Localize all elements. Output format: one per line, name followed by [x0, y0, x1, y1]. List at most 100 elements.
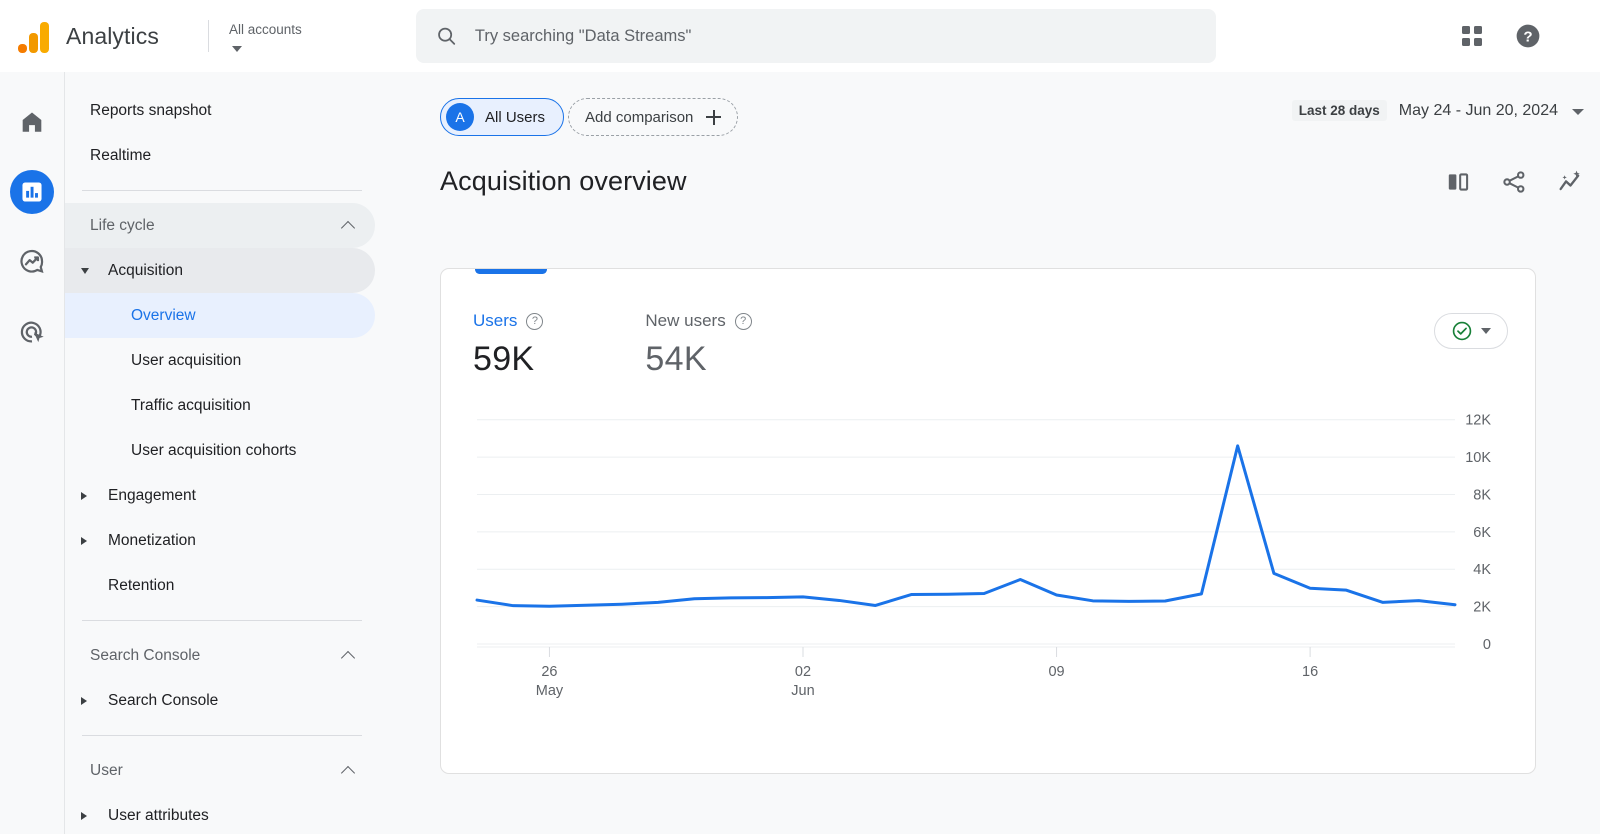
segment-chip-label: All Users [485, 109, 545, 126]
avatar: A [446, 103, 474, 131]
svg-text:6K: 6K [1473, 525, 1491, 541]
triangle-right-icon [81, 537, 87, 545]
metric-value: 54K [645, 340, 751, 379]
explore-trending-icon [18, 248, 46, 276]
sidebar-section-life-cycle[interactable]: Life cycle [65, 203, 375, 248]
top-bar-actions: ? [1458, 0, 1542, 72]
plus-icon [706, 110, 721, 125]
help-circle-icon[interactable]: ? [1514, 22, 1542, 50]
svg-text:8K: 8K [1473, 487, 1491, 503]
sidebar-item-engagement[interactable]: Engagement [65, 473, 440, 518]
sidebar-item-user-acquisition-cohorts[interactable]: User acquisition cohorts [65, 428, 440, 473]
rail-item-explore[interactable] [10, 240, 54, 284]
svg-text:26: 26 [541, 664, 557, 680]
analytics-app: Analytics All accounts ? [0, 0, 1600, 834]
brand-name: Analytics [66, 23, 159, 50]
users-overview-card: Users ? 59K New users ? 54K [440, 268, 1536, 774]
home-icon [19, 109, 45, 135]
chart-svg: 02K4K6K8K10K12K26May02Jun0916 [441, 389, 1536, 769]
sidebar-item-retention[interactable]: Retention [65, 563, 440, 608]
add-comparison-button[interactable]: Add comparison [568, 98, 738, 136]
metric-tab-users[interactable]: Users ? 59K [473, 311, 543, 379]
metric-value: 59K [473, 340, 543, 379]
caret-down-icon [1481, 328, 1491, 334]
sidebar-section-search-console[interactable]: Search Console [65, 633, 375, 678]
sidebar-divider [82, 620, 362, 621]
sidebar-divider [82, 735, 362, 736]
search-bar[interactable] [416, 9, 1216, 63]
date-range-text: May 24 - Jun 20, 2024 [1399, 102, 1558, 120]
sidebar-item-traffic-acquisition[interactable]: Traffic acquisition [65, 383, 440, 428]
compare-icon[interactable] [1444, 168, 1472, 196]
sidebar-section-user[interactable]: User [65, 748, 375, 793]
metric-label: Users [473, 311, 517, 331]
sidebar-item-user-acquisition[interactable]: User acquisition [65, 338, 440, 383]
svg-text:12K: 12K [1465, 413, 1491, 429]
main-content: A All Users Add comparison Last 28 days … [440, 72, 1600, 834]
sidebar-divider [82, 190, 362, 191]
sidebar-item-search-console[interactable]: Search Console [65, 678, 440, 723]
chevron-up-icon [341, 220, 355, 234]
svg-text:09: 09 [1048, 664, 1064, 680]
data-quality-dropdown[interactable] [1434, 313, 1508, 349]
svg-text:?: ? [1523, 28, 1532, 45]
sidebar-item-label: Realtime [65, 147, 151, 165]
add-comparison-label: Add comparison [585, 109, 693, 126]
segment-chip-all-users[interactable]: A All Users [440, 98, 564, 136]
sidebar-item-label: Search Console [65, 692, 218, 710]
chevron-up-icon [341, 650, 355, 664]
sidebar-section-label: Life cycle [90, 217, 155, 235]
google-analytics-logo [18, 19, 52, 53]
sidebar-item-overview[interactable]: Overview [65, 293, 375, 338]
brand-area: Analytics [0, 19, 200, 53]
advertising-target-icon [18, 318, 46, 346]
svg-text:2K: 2K [1473, 600, 1491, 616]
sidebar-item-label: Traffic acquisition [65, 397, 251, 415]
sidebar-item-monetization[interactable]: Monetization [65, 518, 440, 563]
share-icon[interactable] [1500, 168, 1528, 196]
account-selector-label: All accounts [229, 21, 302, 39]
search-icon [436, 25, 457, 47]
date-range-badge: Last 28 days [1292, 100, 1387, 121]
chevron-down-icon [232, 46, 242, 52]
triangle-right-icon [81, 812, 87, 820]
svg-text:10K: 10K [1465, 450, 1491, 466]
triangle-down-icon [81, 268, 89, 274]
sidebar-item-label: Reports snapshot [65, 102, 212, 120]
sidebar-item-label: Retention [65, 577, 174, 595]
rail-item-reports[interactable] [10, 170, 54, 214]
sidebar-item-label: User acquisition [65, 352, 241, 370]
sidebar-item-realtime[interactable]: Realtime [65, 133, 440, 178]
sidebar-item-acquisition[interactable]: Acquisition [65, 248, 375, 293]
sidebar-section-label: Search Console [90, 647, 200, 665]
users-line-chart[interactable]: 02K4K6K8K10K12K26May02Jun0916 [441, 389, 1536, 769]
apps-grid-icon[interactable] [1458, 22, 1486, 50]
insights-icon[interactable] [1556, 168, 1584, 196]
sidebar-item-label: User acquisition cohorts [65, 442, 296, 460]
date-range-picker[interactable]: Last 28 days May 24 - Jun 20, 2024 [1292, 100, 1584, 121]
page-title: Acquisition overview [440, 166, 687, 197]
metric-tabs: Users ? 59K New users ? 54K [473, 311, 752, 379]
svg-text:Jun: Jun [791, 683, 814, 699]
search-input[interactable] [475, 27, 1196, 46]
active-metric-indicator [475, 268, 547, 274]
chevron-up-icon [341, 765, 355, 779]
rail-item-home[interactable] [10, 100, 54, 144]
page-actions [1444, 168, 1584, 196]
top-bar: Analytics All accounts ? [0, 0, 1600, 72]
icon-rail [0, 72, 65, 834]
svg-text:02: 02 [795, 664, 811, 680]
svg-text:16: 16 [1302, 664, 1318, 680]
sidebar-item-label: Overview [65, 307, 196, 325]
sidebar-item-reports-snapshot[interactable]: Reports snapshot [65, 88, 440, 133]
sidebar-section-label: User [90, 762, 123, 780]
sidebar-item-user-attributes[interactable]: User attributes [65, 793, 440, 834]
account-selector[interactable]: All accounts [229, 21, 302, 52]
brand-divider [208, 20, 209, 52]
rail-item-advertising[interactable] [10, 310, 54, 354]
help-circle-outline-icon[interactable]: ? [526, 313, 543, 330]
metric-tab-new-users[interactable]: New users ? 54K [645, 311, 751, 379]
svg-text:4K: 4K [1473, 562, 1491, 578]
help-circle-outline-icon[interactable]: ? [735, 313, 752, 330]
triangle-right-icon [81, 492, 87, 500]
